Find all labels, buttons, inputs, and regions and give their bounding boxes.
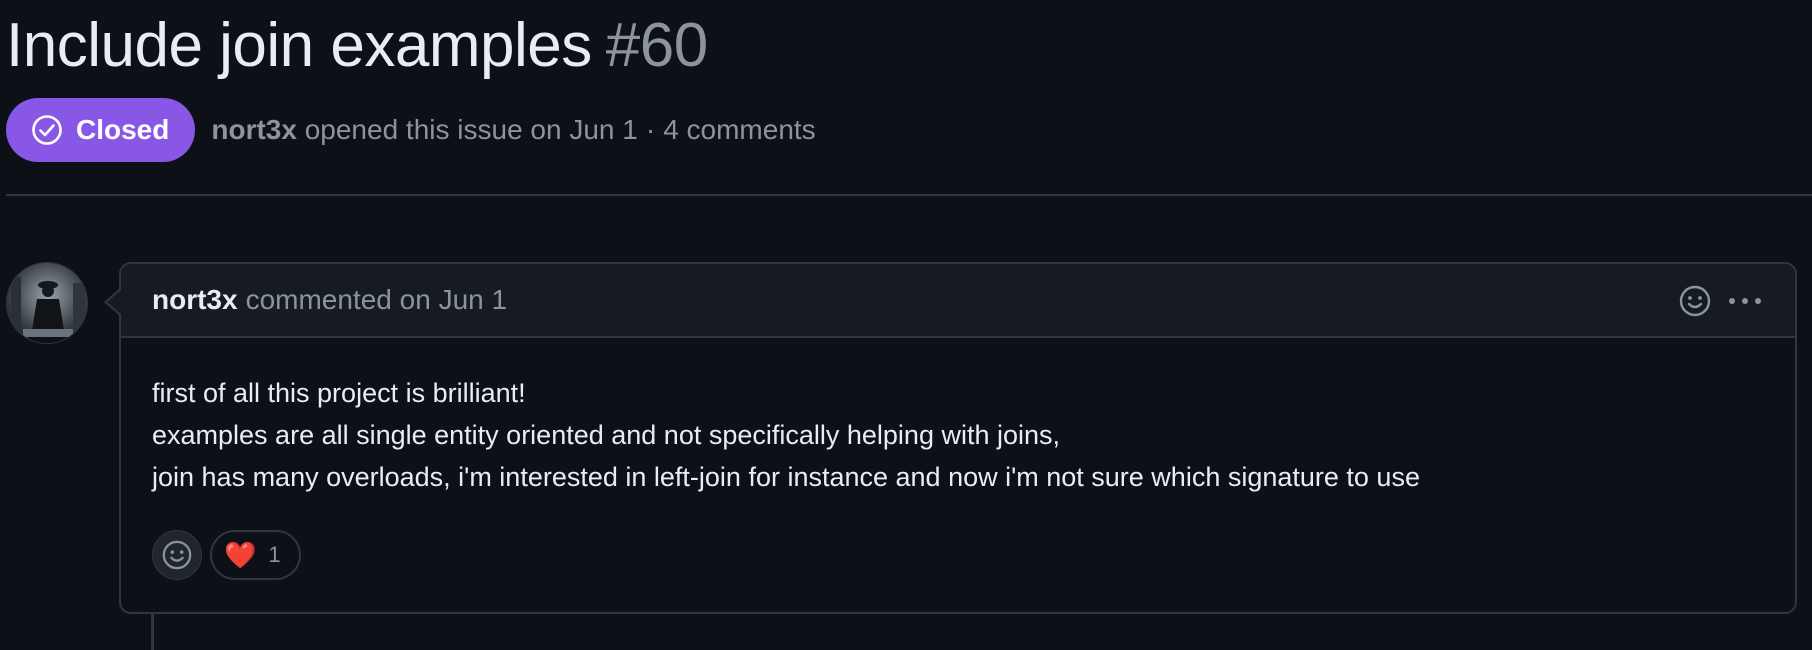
comments-count: 4 comments bbox=[663, 114, 816, 145]
meta-separator: · bbox=[645, 114, 656, 145]
smiley-icon bbox=[162, 540, 192, 570]
issue-author-link[interactable]: nort3x bbox=[211, 114, 297, 145]
comment-header: nort3x commented on Jun 1 bbox=[121, 264, 1795, 338]
comment-author-link[interactable]: nort3x bbox=[152, 284, 238, 316]
smiley-icon[interactable] bbox=[1675, 281, 1715, 321]
header-divider bbox=[6, 194, 1812, 196]
add-reaction-button[interactable] bbox=[152, 530, 202, 580]
comment-box: nort3x commented on Jun 1 first of all t… bbox=[119, 262, 1797, 614]
comment-line-1: first of all this project is brilliant! bbox=[152, 378, 526, 408]
comment-body: first of all this project is brilliant! … bbox=[121, 338, 1795, 498]
issue-title-text: Include join examples bbox=[6, 11, 592, 80]
comment-timestamp[interactable]: commented on Jun 1 bbox=[246, 284, 508, 316]
heart-icon: ❤️ bbox=[224, 540, 257, 570]
comment-line-3: join has many overloads, i'm interested … bbox=[152, 462, 1420, 492]
check-circle-icon bbox=[30, 113, 64, 147]
issue-title: Include join examples #60 bbox=[6, 6, 708, 86]
avatar[interactable] bbox=[6, 262, 88, 344]
kebab-horizontal-icon[interactable] bbox=[1725, 281, 1765, 321]
heart-reaction-button[interactable]: ❤️ 1 bbox=[210, 530, 301, 580]
comment-header-actions bbox=[1665, 264, 1765, 338]
avatar-image bbox=[7, 263, 87, 343]
reaction-count: 1 bbox=[268, 542, 281, 567]
reactions-bar: ❤️ 1 bbox=[152, 530, 301, 580]
issue-meta: nort3x opened this issue on Jun 1 · 4 comm… bbox=[211, 114, 815, 146]
issue-number: #60 bbox=[605, 11, 708, 80]
state-badge: Closed bbox=[6, 98, 196, 162]
comment-line-2: examples are all single entity oriented … bbox=[152, 420, 1061, 450]
issue-page: Include join examples #60 Closed nort3x o… bbox=[0, 0, 1812, 650]
issue-opened-text: opened this issue on Jun 1 bbox=[304, 114, 638, 145]
issue-status-row: Closed nort3x opened this issue on Jun 1… bbox=[6, 98, 816, 162]
comment-pointer-fill bbox=[107, 290, 121, 314]
state-label: Closed bbox=[76, 114, 170, 145]
timeline-line bbox=[151, 614, 154, 650]
